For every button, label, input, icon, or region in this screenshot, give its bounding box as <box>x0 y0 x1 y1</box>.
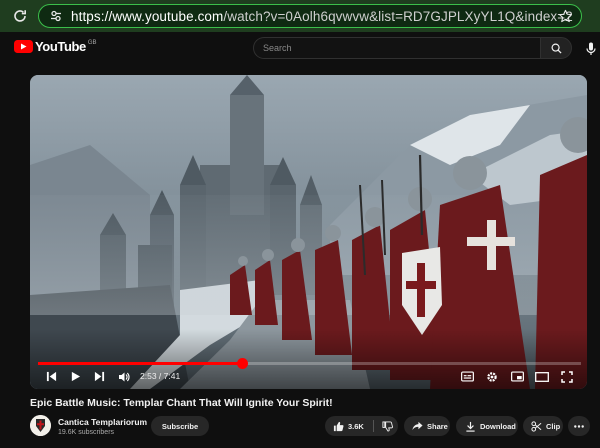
theater-mode-button[interactable] <box>533 368 551 385</box>
clip-label: Clip <box>546 421 561 431</box>
channel-name[interactable]: Cantica Templariorum <box>58 417 147 427</box>
search-bar <box>253 37 572 59</box>
clip-button[interactable]: Clip <box>523 416 563 436</box>
address-bar[interactable]: https://www.youtube.com/watch?v=0Aolh6qv… <box>38 4 582 28</box>
screen: https://www.youtube.com/watch?v=0Aolh6qv… <box>0 0 600 448</box>
play-icon <box>71 371 80 382</box>
like-button[interactable]: 3.6K <box>333 421 364 432</box>
like-count: 3.6K <box>348 421 364 431</box>
youtube-logo-icon <box>14 40 33 53</box>
search-input[interactable] <box>253 37 540 59</box>
settings-button[interactable] <box>483 368 501 385</box>
volume-button[interactable] <box>115 368 133 385</box>
more-horizontal-icon <box>574 424 584 428</box>
share-label: Share <box>427 421 448 431</box>
youtube-header: YouTube GB <box>0 32 600 62</box>
video-player[interactable]: 2:53 / 7:41 <box>30 75 587 389</box>
url-text: https://www.youtube.com/watch?v=0Aolh6qv… <box>71 9 573 24</box>
dislike-button[interactable] <box>382 420 393 432</box>
reload-button[interactable] <box>6 2 34 30</box>
volume-icon <box>119 372 130 381</box>
subtitles-button[interactable] <box>458 368 476 385</box>
channel-avatar[interactable] <box>30 415 51 436</box>
skip-previous-icon <box>46 371 56 382</box>
thumbs-down-icon <box>382 420 393 432</box>
miniplayer-button[interactable] <box>508 368 526 385</box>
progress-scrubber[interactable] <box>236 358 248 369</box>
subtitles-icon <box>460 371 474 382</box>
bookmark-star-icon[interactable] <box>558 9 573 24</box>
reload-icon <box>14 10 26 22</box>
like-dislike-group: 3.6K <box>325 416 398 436</box>
download-icon <box>466 421 475 432</box>
fullscreen-icon <box>561 370 573 383</box>
share-button[interactable]: Share <box>404 416 450 436</box>
search-icon <box>551 43 562 54</box>
url-path: /watch?v=0Aolh6qvwvw&list=RD7GJPLXyYL1Q&… <box>223 8 573 24</box>
browser-toolbar: https://www.youtube.com/watch?v=0Aolh6qv… <box>0 0 600 32</box>
theater-mode-icon <box>535 371 549 382</box>
controls-overlay <box>30 329 587 389</box>
more-actions-button[interactable] <box>568 416 590 436</box>
templar-cross-logo <box>30 415 51 436</box>
progress-bar[interactable] <box>38 358 581 369</box>
miniplayer-icon <box>510 371 524 382</box>
share-icon <box>412 421 423 431</box>
voice-search-icon[interactable] <box>585 42 597 56</box>
scissors-icon <box>531 420 542 432</box>
youtube-logo[interactable]: YouTube GB <box>14 39 97 54</box>
subscriber-count: 19.6K subscribers <box>58 429 115 436</box>
play-button[interactable] <box>66 368 84 385</box>
progress-played <box>38 362 242 365</box>
video-title: Epic Battle Music: Templar Chant That Wi… <box>30 397 333 409</box>
download-button[interactable]: Download <box>456 416 518 436</box>
fullscreen-button[interactable] <box>558 368 576 385</box>
site-info-icon[interactable] <box>49 9 63 23</box>
next-button[interactable] <box>90 368 108 385</box>
like-divider <box>372 420 374 432</box>
download-label: Download <box>480 421 516 431</box>
thumbs-up-icon <box>333 421 344 431</box>
time-display: 2:53 / 7:41 <box>140 371 181 381</box>
url-host: https://www.youtube.com <box>71 8 224 24</box>
previous-button[interactable] <box>42 368 60 385</box>
subscribe-button[interactable]: Subscribe <box>151 416 209 436</box>
logo-country-code: GB <box>87 39 97 46</box>
logo-text: YouTube <box>35 39 86 54</box>
search-button[interactable] <box>540 37 572 59</box>
skip-next-icon <box>94 371 104 382</box>
gear-icon <box>487 371 497 382</box>
